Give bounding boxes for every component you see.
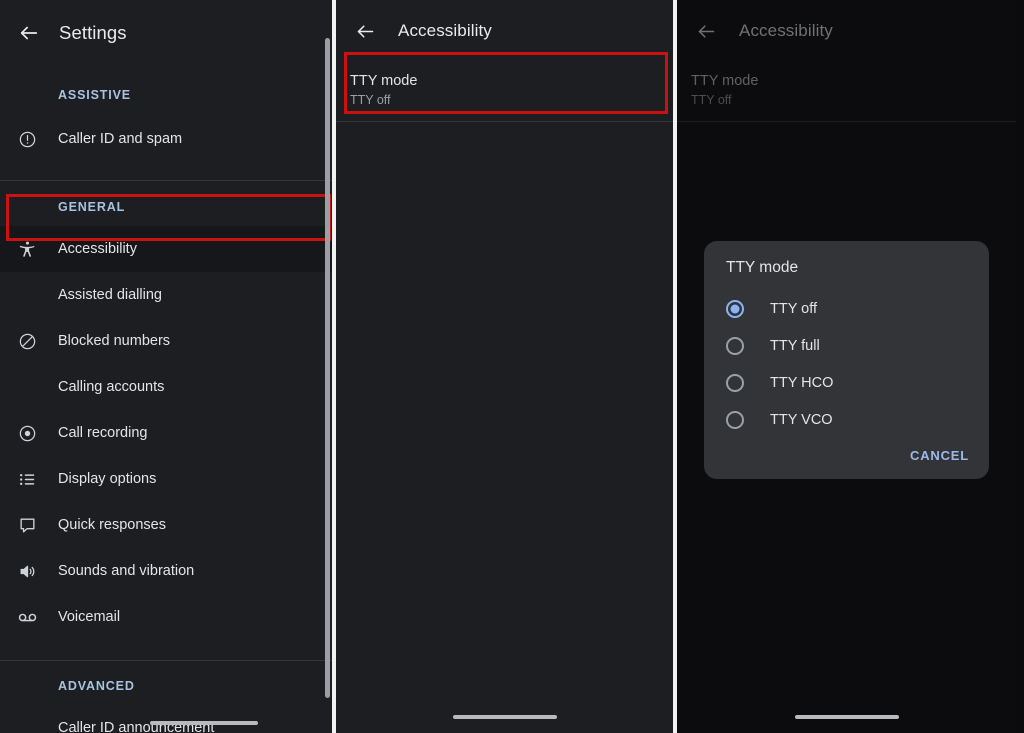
cancel-button[interactable]: CANCEL xyxy=(910,448,969,463)
arrow-left-icon[interactable] xyxy=(691,16,721,46)
sidebar-item-label: Caller ID and spam xyxy=(58,131,182,147)
error-circle-icon xyxy=(14,130,40,149)
radio-option-tty-off[interactable]: TTY off xyxy=(704,290,989,327)
radio-option-label: TTY off xyxy=(770,301,817,317)
sidebar-item-blocked-numbers[interactable]: Blocked numbers xyxy=(0,318,332,364)
voicemail-icon xyxy=(14,607,40,628)
tty-mode-title: TTY mode xyxy=(691,72,1016,91)
section-label-assistive: ASSISTIVE xyxy=(0,88,332,102)
sidebar-item-caller-id-announcement[interactable]: Caller ID announcement xyxy=(0,705,332,733)
spacer xyxy=(0,214,332,226)
sidebar-item-quick-responses[interactable]: Quick responses xyxy=(0,502,332,548)
tty-mode-dialog: TTY mode TTY off TTY full TTY HCO TTY VC… xyxy=(704,241,989,479)
tty-mode-title: TTY mode xyxy=(350,72,673,91)
screenshot-root: Settings ASSISTIVE Caller ID and spam GE… xyxy=(0,0,1024,733)
radio-button-selected[interactable] xyxy=(726,300,744,318)
tty-dialog-panel: Accessibility TTY mode TTY off TTY mode … xyxy=(677,0,1016,733)
tty-mode-row-dimmed[interactable]: TTY mode TTY off xyxy=(677,62,1016,121)
list-divider xyxy=(677,121,1016,122)
home-indicator xyxy=(795,715,899,719)
page-title: Accessibility xyxy=(739,21,833,41)
dialog-actions: CANCEL xyxy=(704,438,989,469)
accessibility-icon xyxy=(14,240,40,259)
section-label-advanced: ADVANCED xyxy=(0,679,332,693)
radio-button[interactable] xyxy=(726,411,744,429)
chat-bubble-icon xyxy=(14,516,40,535)
sidebar-item-call-recording[interactable]: Call recording xyxy=(0,410,332,456)
spacer xyxy=(0,661,332,679)
sidebar-item-display-options[interactable]: Display options xyxy=(0,456,332,502)
sidebar-item-caller-id-and-spam[interactable]: Caller ID and spam xyxy=(0,116,332,162)
radio-option-tty-full[interactable]: TTY full xyxy=(704,327,989,364)
block-icon xyxy=(14,332,40,351)
page-title: Settings xyxy=(59,22,127,44)
sidebar-item-voicemail[interactable]: Voicemail xyxy=(0,594,332,640)
spacer xyxy=(0,640,332,660)
spacer xyxy=(0,181,332,200)
home-indicator xyxy=(453,715,557,719)
sidebar-item-label: Sounds and vibration xyxy=(58,563,194,579)
record-icon xyxy=(14,424,40,443)
spacer xyxy=(0,102,332,116)
scrollbar[interactable] xyxy=(325,38,330,728)
home-indicator xyxy=(150,721,258,725)
volume-icon xyxy=(14,562,40,581)
list-icon xyxy=(14,470,40,489)
radio-option-label: TTY HCO xyxy=(770,375,833,391)
sidebar-item-assisted-dialling[interactable]: Assisted dialling xyxy=(0,272,332,318)
spacer xyxy=(0,693,332,705)
tty-mode-row[interactable]: TTY mode TTY off xyxy=(336,62,673,121)
arrow-left-icon[interactable] xyxy=(14,18,44,48)
sidebar-item-label: Display options xyxy=(58,471,156,487)
scrollbar-thumb[interactable] xyxy=(325,38,330,698)
radio-option-tty-hco[interactable]: TTY HCO xyxy=(704,364,989,401)
tty-mode-subtitle: TTY off xyxy=(350,92,673,109)
radio-button[interactable] xyxy=(726,374,744,392)
radio-option-tty-vco[interactable]: TTY VCO xyxy=(704,401,989,438)
sidebar-item-label: Voicemail xyxy=(58,609,120,625)
sidebar-item-label: Quick responses xyxy=(58,517,166,533)
section-label-general: GENERAL xyxy=(0,200,332,214)
sidebar-item-calling-accounts[interactable]: Calling accounts xyxy=(0,364,332,410)
radio-button[interactable] xyxy=(726,337,744,355)
list-divider xyxy=(336,121,673,122)
accessibility-appbar: Accessibility xyxy=(336,0,673,62)
arrow-left-icon[interactable] xyxy=(350,16,380,46)
sidebar-item-sounds-and-vibration[interactable]: Sounds and vibration xyxy=(0,548,332,594)
spacer xyxy=(0,162,332,180)
tty-mode-subtitle: TTY off xyxy=(691,92,1016,109)
radio-option-label: TTY full xyxy=(770,338,820,354)
sidebar-item-accessibility[interactable]: Accessibility xyxy=(0,226,332,272)
settings-appbar: Settings xyxy=(0,0,332,66)
sidebar-item-label: Accessibility xyxy=(58,241,137,257)
radio-option-label: TTY VCO xyxy=(770,412,833,428)
settings-panel: Settings ASSISTIVE Caller ID and spam GE… xyxy=(0,0,336,733)
accessibility-appbar-dimmed: Accessibility xyxy=(677,0,1016,62)
sidebar-item-label: Assisted dialling xyxy=(58,287,162,303)
sidebar-item-label: Call recording xyxy=(58,425,147,441)
sidebar-item-label: Calling accounts xyxy=(58,379,164,395)
spacer xyxy=(0,66,332,88)
accessibility-panel: Accessibility TTY mode TTY off xyxy=(336,0,677,733)
dialog-title: TTY mode xyxy=(704,259,989,277)
sidebar-item-label: Blocked numbers xyxy=(58,333,170,349)
page-title: Accessibility xyxy=(398,21,492,41)
